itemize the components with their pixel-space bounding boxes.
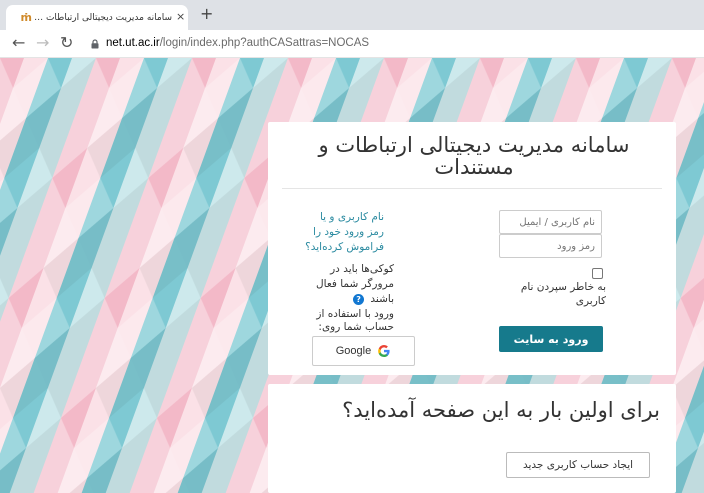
lock-icon: [91, 39, 99, 49]
url-path: /login/index.php?authCASattras=NOCAS: [159, 37, 370, 49]
login-title: سامانه مدیریت دیجیتالی ارتباطات و مستندا…: [318, 133, 630, 179]
browser-tab[interactable]: سامانه مدیریت دیجیتالی ارتباطات و مستندا…: [6, 5, 188, 30]
divider: [282, 188, 662, 189]
question-help-icon[interactable]: ?: [353, 293, 365, 305]
reload-icon[interactable]: ↻: [60, 35, 73, 51]
url-host: net.ut.ac.ir: [106, 37, 160, 49]
oauth-label: ورود با استفاده از حساب شما روی:: [316, 308, 394, 333]
forgot-password-link[interactable]: نام کاربری و یا رمز ورود خود را فراموش ک…: [304, 210, 384, 255]
google-login-button[interactable]: Google: [312, 336, 415, 366]
browser-tab-bar: سامانه مدیریت دیجیتالی ارتباطات و مستندا…: [0, 0, 704, 30]
new-tab-button[interactable]: +: [200, 6, 213, 22]
cookies-notice: کوکی‌ها باید در مرورگر شما فعال باشند ?: [304, 262, 394, 307]
login-button[interactable]: ورود به سایت: [499, 326, 603, 352]
username-input[interactable]: [499, 210, 602, 234]
login-card: سامانه مدیریت دیجیتالی ارتباطات و مستندا…: [268, 122, 676, 375]
google-logo-icon: [378, 344, 390, 357]
google-button-label: Google: [335, 345, 372, 357]
remember-username-checkbox[interactable]: [592, 268, 603, 279]
browser-toolbar: ← → ↻ net.ut.ac.ir/login/index.php?authC…: [0, 30, 704, 58]
back-arrow-icon[interactable]: ←: [12, 35, 25, 51]
address-bar[interactable]: net.ut.ac.ir/login/index.php?authCASattr…: [106, 37, 369, 49]
first-time-card: برای اولین بار به این صفحه آمده‌اید؟ ایج…: [268, 384, 676, 493]
first-time-title: برای اولین بار به این صفحه آمده‌اید؟: [342, 398, 660, 422]
tab-close-icon[interactable]: ×: [176, 10, 185, 23]
remember-username-label: به خاطر سپردن نام کاربری: [520, 281, 606, 307]
tab-title: سامانه مدیریت دیجیتالی ارتباطات و مستندا…: [32, 12, 172, 23]
site-favicon-icon: ṁ: [20, 10, 32, 24]
password-input[interactable]: [499, 234, 602, 258]
forward-arrow-icon[interactable]: →: [36, 35, 49, 51]
create-account-button[interactable]: ایجاد حساب کاربری جدید: [506, 452, 650, 478]
